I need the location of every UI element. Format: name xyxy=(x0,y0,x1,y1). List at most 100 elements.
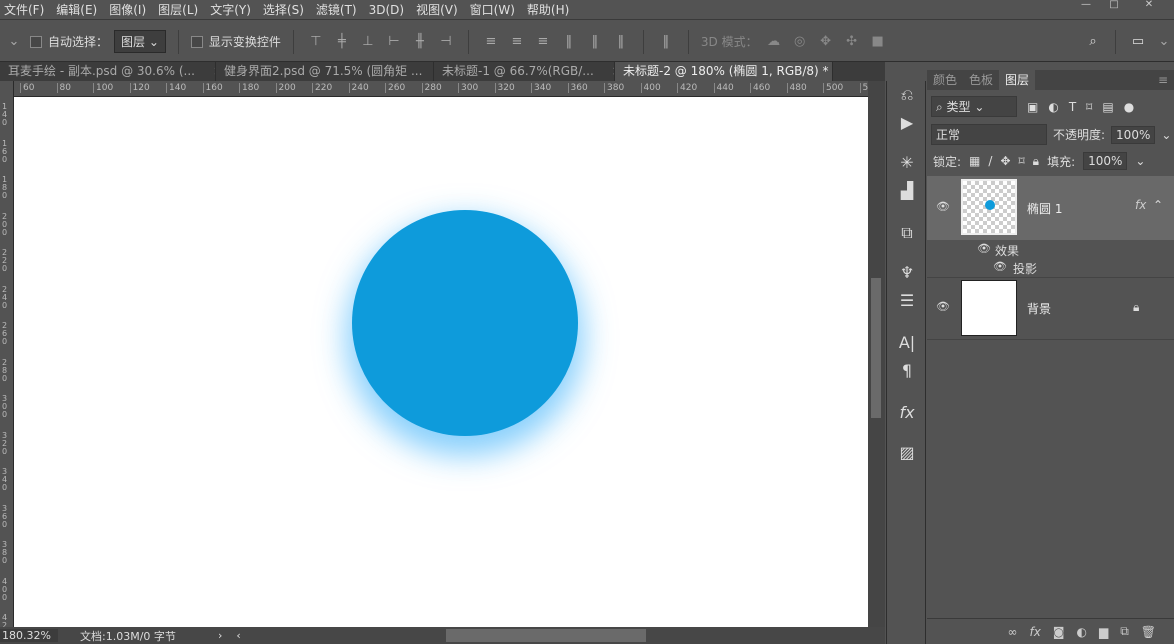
distribute-top-icon[interactable]: ≡ xyxy=(481,34,501,49)
ellipse-shape[interactable] xyxy=(352,210,578,436)
actions-play-icon[interactable]: ▶ xyxy=(887,113,927,132)
distribute-bottom-icon[interactable]: ≡ xyxy=(533,34,553,49)
filter-smart-object-icon[interactable]: ▤ xyxy=(1102,100,1113,114)
panel-menu-icon[interactable]: ≡ xyxy=(1152,70,1174,90)
tool-preset-chevron-icon[interactable]: ⌄ xyxy=(4,34,24,49)
menu-help[interactable]: 帮助(H) xyxy=(523,1,577,18)
distribute-right-icon[interactable]: ‖ xyxy=(611,34,631,49)
opacity-chevron-icon[interactable]: ⌄ xyxy=(1161,128,1171,142)
distribute-left-icon[interactable]: ‖ xyxy=(559,34,579,49)
3d-slide-icon[interactable]: ✣ xyxy=(842,34,862,49)
layer-name[interactable]: 椭圆 1 xyxy=(1027,200,1062,217)
lock-all-icon[interactable]: 🔒︎ xyxy=(1033,154,1039,169)
auto-align-icon[interactable]: ‖ xyxy=(656,34,676,49)
visibility-eye-icon[interactable]: 👁︎ xyxy=(936,300,950,313)
auto-select-dropdown[interactable]: 图层 ⌄ xyxy=(114,30,166,53)
3d-roll-icon[interactable]: ◎ xyxy=(790,34,810,49)
menu-window[interactable]: 窗口(W) xyxy=(466,1,523,18)
align-left-icon[interactable]: ⊢ xyxy=(384,34,404,49)
3d-scale-icon[interactable]: ■ xyxy=(868,34,888,49)
auto-select-checkbox[interactable] xyxy=(30,35,42,48)
distribute-vcenter-icon[interactable]: ≡ xyxy=(507,34,527,49)
tab-document-4[interactable]: 未标题-2 @ 180% (椭圆 1, RGB/8) *× xyxy=(615,62,833,81)
delete-layer-icon[interactable]: 🗑︎ xyxy=(1141,625,1156,639)
minimize-button[interactable]: — xyxy=(1072,0,1100,12)
align-right-icon[interactable]: ⊣ xyxy=(436,34,456,49)
align-top-icon[interactable]: ⊤ xyxy=(306,34,326,49)
tab-swatches[interactable]: 色板 xyxy=(963,70,999,90)
lock-image-icon[interactable]: / xyxy=(988,154,992,168)
tab-document-1[interactable]: 耳麦手绘 - 副本.psd @ 30.6% (...× xyxy=(0,62,216,81)
layer-filter-dropdown[interactable]: ⌕ 类型 ⌄ xyxy=(931,96,1017,117)
add-mask-icon[interactable]: ◙ xyxy=(1053,625,1065,639)
paragraph-icon[interactable]: ¶ xyxy=(887,361,927,380)
new-adjustment-icon[interactable]: ◐ xyxy=(1076,625,1086,639)
filter-shape-icon[interactable]: ⌑ xyxy=(1086,100,1092,114)
history-icon[interactable]: ⎌ xyxy=(887,85,927,105)
filter-pixel-icon[interactable]: ▣ xyxy=(1027,100,1038,114)
menu-type[interactable]: 文字(Y) xyxy=(206,1,259,18)
align-bottom-icon[interactable]: ⊥ xyxy=(358,34,378,49)
distribute-hcenter-icon[interactable]: ‖ xyxy=(585,34,605,49)
new-layer-icon[interactable]: ⧉ xyxy=(1120,624,1129,639)
fill-input[interactable]: 100% xyxy=(1083,152,1128,170)
blend-mode-dropdown[interactable]: 正常 xyxy=(931,124,1047,145)
add-style-icon[interactable]: fx xyxy=(1029,625,1040,639)
properties-icon[interactable]: ▨ xyxy=(887,443,927,462)
3d-rotate-icon[interactable]: ☁ xyxy=(764,34,784,49)
visibility-eye-icon[interactable]: 👁︎ xyxy=(936,200,950,213)
drop-shadow-eye-icon[interactable]: 👁︎ xyxy=(993,260,1007,273)
new-group-icon[interactable]: ▆ xyxy=(1099,625,1108,639)
effects-row[interactable]: 👁︎ 效果 xyxy=(927,240,1174,260)
workspace-icon[interactable]: ▭ xyxy=(1128,34,1148,49)
horizontal-scroll-thumb[interactable] xyxy=(446,629,646,642)
lock-artboard-icon[interactable]: ⌑ xyxy=(1019,154,1025,168)
workspace-chevron-icon[interactable]: ⌄ xyxy=(1154,34,1174,49)
zoom-level[interactable]: 180.32% xyxy=(0,629,58,642)
character-icon[interactable]: A| xyxy=(887,333,927,352)
tab-color[interactable]: 颜色 xyxy=(927,70,963,90)
3d-drag-icon[interactable]: ✥ xyxy=(816,34,836,49)
menu-file[interactable]: 文件(F) xyxy=(0,1,52,18)
lock-position-icon[interactable]: ✥ xyxy=(1000,154,1010,168)
tab-layers[interactable]: 图层 xyxy=(999,70,1036,90)
close-button[interactable]: ✕ xyxy=(1135,0,1163,12)
layer-fx-icon[interactable]: fx xyxy=(1135,198,1146,212)
filter-toggle-icon[interactable]: ● xyxy=(1124,100,1134,114)
styles-icon[interactable]: fx xyxy=(887,403,927,422)
brush-presets-icon[interactable]: ♆ xyxy=(887,263,927,282)
fill-chevron-icon[interactable]: ⌄ xyxy=(1135,154,1145,168)
scroll-left-icon[interactable]: ‹ xyxy=(236,629,240,642)
maximize-button[interactable]: □ xyxy=(1100,0,1128,12)
collapse-effects-icon[interactable]: ⌃ xyxy=(1153,198,1163,212)
vertical-scroll-thumb[interactable] xyxy=(871,278,881,418)
menu-view[interactable]: 视图(V) xyxy=(412,1,466,18)
layer-name[interactable]: 背景 xyxy=(1027,300,1051,317)
layer-row-ellipse[interactable]: 👁︎ 椭圆 1 fx ⌃ xyxy=(927,176,1174,240)
layer-row-background[interactable]: 👁︎ 背景 🔒︎ xyxy=(927,278,1174,340)
filter-type-icon[interactable]: T xyxy=(1069,100,1076,114)
link-layers-icon[interactable]: ∞ xyxy=(1007,625,1017,639)
canvas[interactable] xyxy=(14,97,868,627)
tab-document-3[interactable]: 未标题-1 @ 66.7%(RGB/...× xyxy=(434,62,615,81)
show-transform-checkbox[interactable] xyxy=(190,35,203,48)
align-vcenter-icon[interactable]: ╪ xyxy=(332,34,352,49)
menu-3d[interactable]: 3D(D) xyxy=(365,3,412,17)
align-hcenter-icon[interactable]: ╫ xyxy=(410,34,430,49)
opacity-input[interactable]: 100% xyxy=(1111,125,1156,144)
clone-source-icon[interactable]: ⧉ xyxy=(887,223,927,243)
effects-eye-icon[interactable]: 👁︎ xyxy=(977,242,991,255)
effect-row-drop-shadow[interactable]: 👁︎ 投影 xyxy=(927,258,1174,278)
search-icon[interactable]: ⌕ xyxy=(1083,34,1103,49)
menu-image[interactable]: 图像(I) xyxy=(105,1,154,18)
brushes-icon[interactable]: ✳ xyxy=(887,153,927,172)
lock-transparent-icon[interactable]: ▦ xyxy=(969,154,980,168)
filter-adjustment-icon[interactable]: ◐ xyxy=(1048,100,1058,114)
menu-filter[interactable]: 滤镜(T) xyxy=(312,1,365,18)
menu-layer[interactable]: 图层(L) xyxy=(154,1,206,18)
tab-document-2[interactable]: 健身界面2.psd @ 71.5% (圆角矩 ...× xyxy=(216,62,434,81)
menu-edit[interactable]: 编辑(E) xyxy=(52,1,105,18)
adjustments-icon[interactable]: ☰ xyxy=(887,291,927,310)
histogram-icon[interactable]: ▟ xyxy=(887,181,927,200)
menu-select[interactable]: 选择(S) xyxy=(259,1,312,18)
